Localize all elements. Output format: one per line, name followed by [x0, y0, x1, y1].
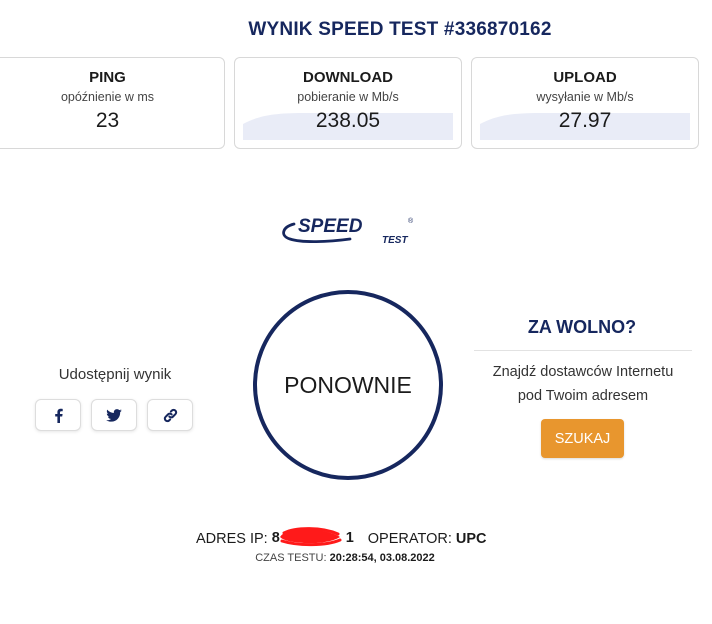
search-providers-label: SZUKAJ: [554, 430, 611, 447]
download-label: DOWNLOAD: [303, 69, 393, 86]
redaction-scribble: [279, 527, 342, 547]
logo-text-test: TEST: [382, 235, 408, 246]
operator-label: OPERATOR:: [367, 530, 452, 547]
ping-value: 23: [95, 109, 120, 132]
ip-address-redacted: 8 1: [272, 527, 354, 548]
logo-registered-mark: ®: [408, 217, 414, 225]
share-link-button[interactable]: [147, 399, 193, 431]
test-time-value: 20:28:54, 03.08.2022: [329, 552, 435, 564]
speedtest-logo: SPEED TEST ®: [282, 216, 414, 246]
too-slow-line-2: pod Twoim adresem: [517, 388, 649, 404]
ping-label: PING: [89, 69, 126, 86]
download-card: DOWNLOAD pobieranie w Mb/s 238.05: [234, 57, 462, 149]
too-slow-title: ZA WOLNO?: [527, 317, 637, 337]
too-slow-description: Znajdź dostawców Internetu pod Twoim adr…: [472, 360, 694, 408]
restart-test-button[interactable]: PONOWNIE: [253, 290, 443, 480]
share-facebook-button[interactable]: [35, 399, 81, 431]
upload-unit: wysyłanie w Mb/s: [536, 90, 634, 104]
ip-label: ADRES IP:: [196, 530, 268, 547]
connection-info: ADRES IP: 8 1 OPERATOR: UPC: [196, 527, 487, 548]
ping-unit: opóźnienie w ms: [60, 90, 155, 104]
download-unit: pobieranie w Mb/s: [297, 90, 399, 104]
facebook-icon: [54, 408, 63, 423]
upload-label: UPLOAD: [553, 69, 617, 86]
page-title: WYNIK SPEED TEST #336870162: [248, 19, 552, 40]
ping-card: PING opóźnienie w ms 23: [0, 57, 225, 149]
share-twitter-button[interactable]: [91, 399, 137, 431]
share-label: Udostępnij wynik: [58, 366, 172, 383]
download-value: 238.05: [315, 109, 381, 132]
upload-card: UPLOAD wysyłanie w Mb/s 27.97: [471, 57, 699, 149]
restart-test-label: PONOWNIE: [284, 371, 412, 398]
test-time: CZAS TESTU: 20:28:54, 03.08.2022: [0, 552, 690, 564]
test-time-label: CZAS TESTU:: [255, 552, 327, 564]
too-slow-line-1: Znajdź dostawców Internetu: [492, 364, 674, 380]
link-icon: [163, 408, 177, 422]
search-providers-button[interactable]: SZUKAJ: [541, 419, 624, 458]
upload-value: 27.97: [558, 109, 612, 132]
twitter-icon: [106, 408, 122, 422]
operator-value: UPC: [455, 530, 487, 547]
ip-address-end: 1: [345, 530, 354, 546]
logo-text-speed: SPEED: [298, 216, 363, 237]
too-slow-divider: [474, 350, 692, 351]
